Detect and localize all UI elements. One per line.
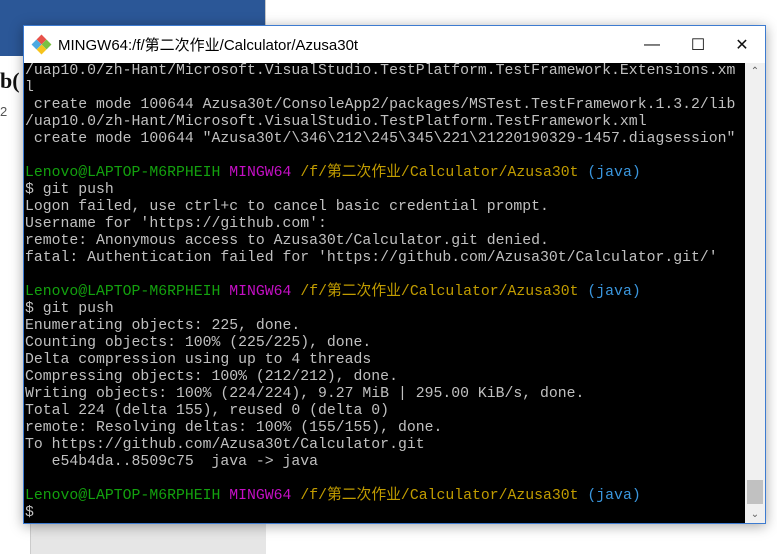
terminal-line: /uap10.0/zh-Hant/Microsoft.VisualStudio.…: [25, 114, 647, 130]
terminal-line: Writing objects: 100% (224/224), 9.27 Mi…: [25, 386, 585, 402]
prompt-branch: (java): [587, 284, 641, 300]
terminal-line: $ git push: [25, 301, 114, 317]
prompt-path: /f/第二次作业/Calculator/Azusa30t: [300, 488, 579, 504]
prompt-line: Lenovo@LAPTOP-M6RPHEIH MINGW64 /f/第二次作业/…: [24, 284, 745, 301]
background-panel: [30, 523, 266, 554]
terminal-line: create mode 100644 Azusa30t/ConsoleApp2/…: [25, 97, 736, 113]
prompt-shell: MINGW64: [229, 488, 292, 504]
background-text: b(: [0, 68, 20, 93]
terminal-line: Counting objects: 100% (225/225), done.: [25, 335, 372, 351]
prompt-line: Lenovo@LAPTOP-M6RPHEIH MINGW64 /f/第二次作业/…: [24, 165, 745, 182]
terminal-output[interactable]: /uap10.0/zh-Hant/Microsoft.VisualStudio.…: [24, 63, 745, 523]
scroll-thumb[interactable]: [747, 480, 763, 504]
terminal-line: /uap10.0/zh-Hant/Microsoft.VisualStudio.…: [25, 63, 736, 79]
prompt-branch: (java): [587, 488, 641, 504]
terminal-line: remote: Anonymous access to Azusa30t/Cal…: [25, 233, 549, 249]
terminal-line: Compressing objects: 100% (212/212), don…: [25, 369, 398, 385]
prompt-user-host: Lenovo@LAPTOP-M6RPHEIH: [25, 284, 221, 300]
title-bar[interactable]: MINGW64:/f/第二次作业/Calculator/Azusa30t — ☐…: [24, 26, 765, 63]
prompt-path: /f/第二次作业/Calculator/Azusa30t: [300, 284, 579, 300]
scrollbar[interactable]: ⌃ ⌄: [745, 63, 765, 523]
terminal-line: Delta compression using up to 4 threads: [25, 352, 372, 368]
close-button[interactable]: ✕: [719, 26, 765, 63]
maximize-button[interactable]: ☐: [675, 26, 721, 63]
scroll-down-icon[interactable]: ⌄: [745, 506, 765, 523]
terminal-line: fatal: Authentication failed for 'https:…: [25, 250, 718, 266]
terminal-line: Logon failed, use ctrl+c to cancel basic…: [25, 199, 549, 215]
terminal-line: l: [25, 80, 34, 96]
terminal-line: $: [25, 505, 34, 521]
prompt-line: Lenovo@LAPTOP-M6RPHEIH MINGW64 /f/第二次作业/…: [24, 488, 745, 505]
prompt-branch: (java): [587, 165, 641, 181]
terminal-line: $ git push: [25, 182, 114, 198]
prompt-path: /f/第二次作业/Calculator/Azusa30t: [300, 165, 579, 181]
prompt-user-host: Lenovo@LAPTOP-M6RPHEIH: [25, 488, 221, 504]
terminal-line: Username for 'https://github.com':: [25, 216, 327, 232]
git-icon: [31, 34, 52, 54]
prompt-user-host: Lenovo@LAPTOP-M6RPHEIH: [25, 165, 221, 181]
terminal-line: create mode 100644 "Azusa30t/\346\212\24…: [25, 131, 736, 147]
prompt-shell: MINGW64: [229, 165, 292, 181]
prompt-shell: MINGW64: [229, 284, 292, 300]
terminal-line: Enumerating objects: 225, done.: [25, 318, 301, 334]
terminal-line: Total 224 (delta 155), reused 0 (delta 0…: [25, 403, 390, 419]
terminal-line: To https://github.com/Azusa30t/Calculato…: [25, 437, 425, 453]
window-title: MINGW64:/f/第二次作业/Calculator/Azusa30t: [58, 37, 359, 54]
minimize-button[interactable]: —: [629, 26, 675, 63]
terminal-window: MINGW64:/f/第二次作业/Calculator/Azusa30t — ☐…: [23, 25, 766, 524]
background-text-2: 2: [0, 104, 8, 119]
terminal-line: e54b4da..8509c75 java -> java: [25, 454, 319, 470]
terminal-line: remote: Resolving deltas: 100% (155/155)…: [25, 420, 443, 436]
scroll-up-icon[interactable]: ⌃: [745, 63, 765, 80]
